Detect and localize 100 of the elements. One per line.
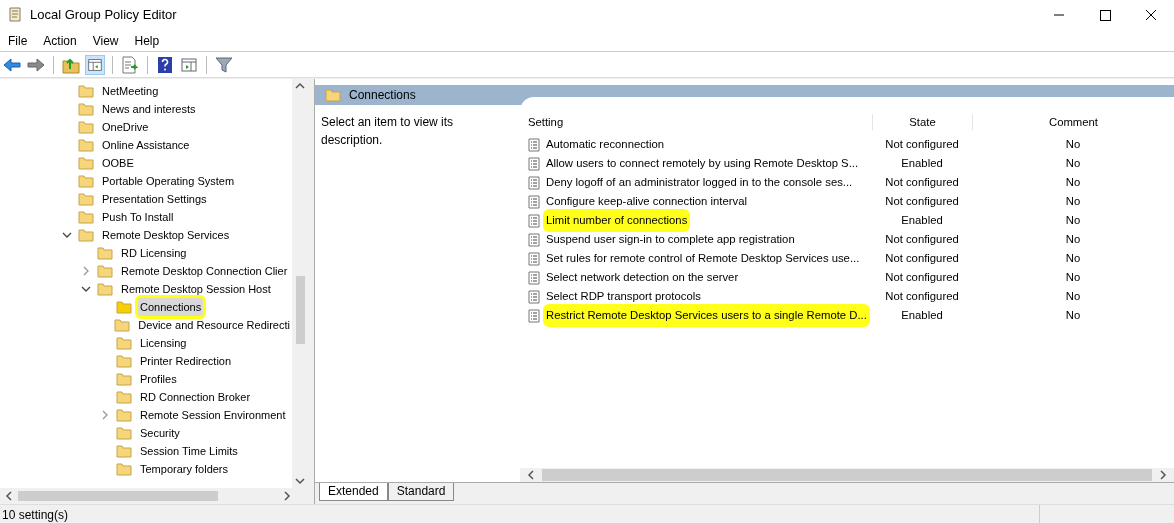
column-header[interactable]: Setting	[520, 113, 872, 131]
folder-icon	[78, 84, 94, 98]
tree-item[interactable]: OneDrive	[100, 118, 151, 136]
folder-icon	[78, 156, 94, 170]
scrollbar-thumb[interactable]	[18, 491, 218, 501]
chevron-down-icon[interactable]	[62, 230, 72, 240]
chevron-right-icon[interactable]	[81, 266, 91, 276]
table-cell-text: Not configured	[884, 251, 960, 267]
setting-name[interactable]: Limit number of connections	[546, 212, 688, 229]
setting-name[interactable]: Set rules for remote control of Remote Desktop Services use...	[546, 250, 860, 267]
menu-item[interactable]: File	[0, 31, 36, 50]
column-header[interactable]: Comment	[972, 113, 1174, 131]
policy-icon	[528, 194, 540, 209]
folder-icon	[78, 102, 94, 116]
policy-icon	[528, 308, 540, 323]
scrollbar-thumb[interactable]	[542, 469, 1152, 481]
folder-icon	[116, 354, 132, 368]
tree-item[interactable]: Push To Install	[100, 208, 176, 226]
table-cell-text: No	[1064, 213, 1082, 229]
folder-icon	[116, 426, 132, 440]
tree-item[interactable]: RD Connection Broker	[138, 388, 253, 406]
tree-item[interactable]: RD Licensing	[119, 244, 189, 262]
header-title: Connections	[349, 87, 416, 104]
table-cell-text: No	[1064, 270, 1082, 286]
menu-item[interactable]: Help	[126, 31, 168, 50]
table-cell-text: Not configured	[884, 289, 960, 305]
window-title: Local Group Policy Editor	[30, 6, 177, 25]
table-cell-text: Not configured	[884, 194, 960, 210]
policy-icon	[528, 156, 540, 171]
folder-icon	[116, 336, 132, 350]
folder-icon	[116, 300, 132, 314]
table-cell-text: No	[1064, 308, 1082, 324]
tree-item[interactable]: Portable Operating System	[100, 172, 237, 190]
tree-item[interactable]: Temporary folders	[138, 460, 231, 478]
tree-item[interactable]: Presentation Settings	[100, 190, 209, 208]
tree-item[interactable]: Device and Resource Redirecti	[136, 316, 292, 334]
tab[interactable]: Extended	[319, 483, 388, 501]
folder-icon	[116, 462, 132, 476]
folder-icon	[97, 246, 113, 260]
filter-icon[interactable]	[214, 54, 234, 75]
chevron-right-icon[interactable]	[100, 410, 110, 420]
table-cell-text: No	[1064, 156, 1082, 172]
table-cell-text: No	[1064, 137, 1082, 153]
folder-icon	[78, 228, 94, 242]
tree-item[interactable]: NetMeeting	[100, 82, 161, 100]
tree-item[interactable]: Connections	[138, 298, 204, 316]
folder-icon	[78, 210, 94, 224]
tree-item[interactable]: Remote Desktop Services	[100, 226, 232, 244]
table-cell-text: Not configured	[884, 137, 960, 153]
tree-item[interactable]: Printer Redirection	[138, 352, 234, 370]
setting-name[interactable]: Restrict Remote Desktop Services users to a single Remote D...	[546, 307, 867, 324]
tree-item[interactable]: Remote Session Environment	[138, 406, 288, 424]
policy-icon	[528, 270, 540, 285]
tree-item[interactable]: Remote Desktop Session Host	[119, 280, 273, 298]
table-cell-text: Enabled	[900, 156, 944, 172]
tree-item[interactable]: Licensing	[138, 334, 189, 352]
folder-icon	[78, 120, 94, 134]
tree-item[interactable]: Remote Desktop Connection Clier	[119, 262, 290, 280]
help-icon[interactable]	[155, 54, 175, 75]
tree-pane-icon[interactable]	[85, 54, 105, 75]
setting-name[interactable]: Select RDP transport protocols	[546, 288, 701, 305]
table-cell-text: Enabled	[900, 213, 944, 229]
setting-name[interactable]: Deny logoff of an administrator logged in to the console ses...	[546, 174, 853, 191]
column-header[interactable]: State	[872, 113, 972, 131]
table-cell-text: No	[1064, 194, 1082, 210]
table-cell-text: No	[1064, 175, 1082, 191]
policy-icon	[528, 232, 540, 247]
table-cell-text: No	[1064, 232, 1082, 248]
tree-item[interactable]: Profiles	[138, 370, 179, 388]
folder-icon	[325, 88, 341, 102]
policy-icon	[528, 251, 540, 266]
scroll-icon	[6, 6, 24, 24]
tree-item[interactable]: News and interests	[100, 100, 198, 118]
folder-icon	[116, 390, 132, 404]
folder-icon	[116, 444, 132, 458]
scrollbar-thumb[interactable]	[295, 276, 305, 344]
policy-icon	[528, 213, 540, 228]
tree-item[interactable]: Security	[138, 424, 182, 442]
folder-icon	[114, 318, 131, 332]
table-cell-text: Not configured	[884, 270, 960, 286]
setting-name[interactable]: Suspend user sign-in to complete app registration	[546, 231, 795, 248]
tab[interactable]: Standard	[387, 483, 455, 501]
policy-icon	[528, 289, 540, 304]
export-list-icon[interactable]	[120, 54, 140, 75]
setting-name[interactable]: Automatic reconnection	[546, 136, 665, 153]
table-cell-text: Not configured	[884, 232, 960, 248]
folder-icon	[78, 174, 94, 188]
setting-name[interactable]: Allow users to connect remotely by using Remote Desktop S...	[546, 155, 859, 172]
tree-item[interactable]: Session Time Limits	[138, 442, 240, 460]
policy-icon	[528, 137, 540, 152]
setting-name[interactable]: Configure keep-alive connection interval	[546, 193, 747, 210]
table-cell-text: Not configured	[884, 175, 960, 191]
menu-item[interactable]: Action	[35, 31, 85, 50]
folder-icon	[116, 408, 132, 422]
tree-item[interactable]: OOBE	[100, 154, 136, 172]
table-cell-text: No	[1064, 251, 1082, 267]
chevron-down-icon[interactable]	[81, 284, 91, 294]
menu-item[interactable]: View	[84, 31, 127, 50]
tree-item[interactable]: Online Assistance	[100, 136, 192, 154]
setting-name[interactable]: Select network detection on the server	[546, 269, 739, 286]
